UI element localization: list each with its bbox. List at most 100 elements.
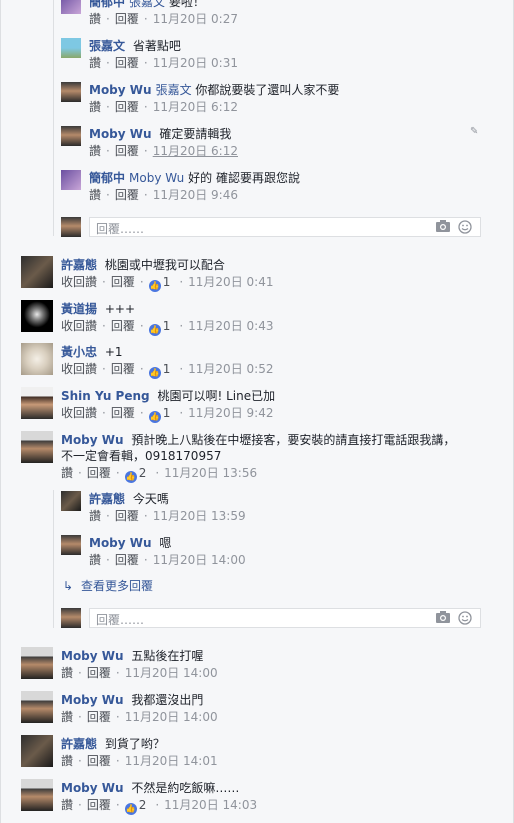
avatar[interactable] [21,431,53,463]
like-count[interactable]: 1 [163,275,171,289]
unlike-button[interactable]: 收回讚 [61,406,97,420]
timestamp[interactable]: 11月20日 6:12 [153,100,238,114]
timestamp[interactable]: 11月20日 0:41 [188,275,273,289]
like-button[interactable]: 讚 [61,754,73,768]
timestamp[interactable]: 11月20日 0:27 [153,12,238,26]
reply-button[interactable]: 回覆 [115,56,139,70]
commenter-name[interactable]: Moby Wu [61,649,124,663]
like-button[interactable]: 讚 [89,509,101,523]
commenter-name[interactable]: Moby Wu [61,693,124,707]
reply-button[interactable]: 回覆 [87,798,111,812]
commenter-name[interactable]: Moby Wu [61,781,124,795]
reply-input[interactable]: 回覆…… [89,608,481,628]
reply-button[interactable]: 回覆 [87,666,111,680]
reply-button[interactable]: 回覆 [115,509,139,523]
avatar[interactable] [21,387,53,419]
avatar[interactable] [61,491,81,511]
commenter-name[interactable]: Shin Yu Peng [61,389,150,403]
emoji-icon[interactable] [458,611,472,625]
like-button[interactable]: 讚 [89,188,101,202]
camera-icon[interactable] [436,220,450,232]
unlike-button[interactable]: 收回讚 [61,362,97,376]
timestamp[interactable]: 11月20日 14:03 [164,798,257,812]
like-button[interactable]: 讚 [89,12,101,26]
timestamp[interactable]: 11月20日 0:52 [188,362,273,376]
commenter-name[interactable]: Moby Wu [89,83,152,97]
timestamp[interactable]: 11月20日 9:42 [188,406,273,420]
mention-link[interactable]: 張嘉文 [129,0,165,9]
avatar[interactable] [21,691,53,723]
reply-button[interactable]: 回覆 [111,275,135,289]
avatar[interactable] [61,126,81,146]
reply-button[interactable]: 回覆 [111,362,135,376]
like-count[interactable]: 2 [139,798,147,812]
like-count[interactable]: 1 [163,362,171,376]
unlike-button[interactable]: 收回讚 [61,275,97,289]
mention-link[interactable]: Moby Wu [129,171,184,185]
commenter-name[interactable]: 許嘉態 [61,737,97,751]
avatar[interactable] [21,735,53,767]
avatar[interactable] [21,300,53,332]
like-button[interactable]: 讚 [61,666,73,680]
reply-input[interactable]: 回覆…… [89,217,481,237]
like-button[interactable]: 讚 [61,710,73,724]
unlike-button[interactable]: 收回讚 [61,319,97,333]
timestamp[interactable]: 11月20日 14:01 [125,754,218,768]
timestamp[interactable]: 11月20日 14:00 [125,710,218,724]
timestamp[interactable]: 11月20日 13:56 [164,466,257,480]
timestamp[interactable]: 11月20日 14:00 [125,666,218,680]
reply-button[interactable]: 回覆 [115,100,139,114]
avatar[interactable] [61,82,81,102]
avatar[interactable] [61,38,81,58]
timestamp[interactable]: 11月20日 0:31 [153,56,238,70]
commenter-name[interactable]: Moby Wu [89,127,152,141]
like-button[interactable]: 讚 [89,56,101,70]
timestamp[interactable]: 11月20日 6:12 [153,144,238,158]
reply-button[interactable]: 回覆 [115,144,139,158]
comment: Moby Wu 我都還沒出門 讚 · 回覆 · 11月20日 14:00 [1,691,513,731]
like-button[interactable]: 讚 [89,144,101,158]
like-button[interactable]: 讚 [61,798,73,812]
avatar[interactable] [61,535,81,555]
edit-pencil-icon[interactable]: ✎ [470,126,478,137]
like-count[interactable]: 1 [163,406,171,420]
reply-button[interactable]: 回覆 [87,710,111,724]
reply-button[interactable]: 回覆 [111,319,135,333]
timestamp[interactable]: 11月20日 13:59 [153,509,246,523]
reply-comment: 簡郁中 張嘉文 要啦！ 讚 · 回覆 · 11月20日 0:27 [1,0,513,34]
like-count[interactable]: 1 [163,319,171,333]
comment-text: 預計晚上八點後在中壢接客，要安裝的請直接打電話跟我講， [131,433,456,447]
like-button[interactable]: 讚 [61,466,73,480]
reply-button[interactable]: 回覆 [115,553,139,567]
emoji-icon[interactable] [458,220,472,234]
avatar[interactable] [21,256,53,288]
like-button[interactable]: 讚 [89,553,101,567]
commenter-name[interactable]: Moby Wu [89,536,152,550]
reply-button[interactable]: 回覆 [87,466,111,480]
reply-button[interactable]: 回覆 [115,12,139,26]
commenter-name[interactable]: Moby Wu [61,433,124,447]
avatar[interactable] [21,343,53,375]
avatar[interactable] [21,779,53,811]
commenter-name[interactable]: 許嘉態 [61,258,97,272]
reply-button[interactable]: 回覆 [115,188,139,202]
avatar[interactable] [61,170,81,190]
timestamp[interactable]: 11月20日 0:43 [188,319,273,333]
view-more-replies-link[interactable]: ↳ 查看更多回覆 [63,577,153,594]
reply-button[interactable]: 回覆 [111,406,135,420]
avatar[interactable] [21,647,53,679]
timestamp[interactable]: 11月20日 14:00 [153,553,246,567]
avatar[interactable] [61,0,81,14]
like-count[interactable]: 2 [139,466,147,480]
commenter-name[interactable]: 簡郁中 [89,0,125,9]
mention-link[interactable]: 張嘉文 [156,83,192,97]
commenter-name[interactable]: 黃道揚 [61,302,97,316]
commenter-name[interactable]: 簡郁中 [89,171,125,185]
commenter-name[interactable]: 黃小忠 [61,345,97,359]
camera-icon[interactable] [436,611,450,623]
timestamp[interactable]: 11月20日 9:46 [153,188,238,202]
commenter-name[interactable]: 張嘉文 [89,39,125,53]
reply-button[interactable]: 回覆 [87,754,111,768]
like-button[interactable]: 讚 [89,100,101,114]
commenter-name[interactable]: 許嘉態 [89,492,125,506]
